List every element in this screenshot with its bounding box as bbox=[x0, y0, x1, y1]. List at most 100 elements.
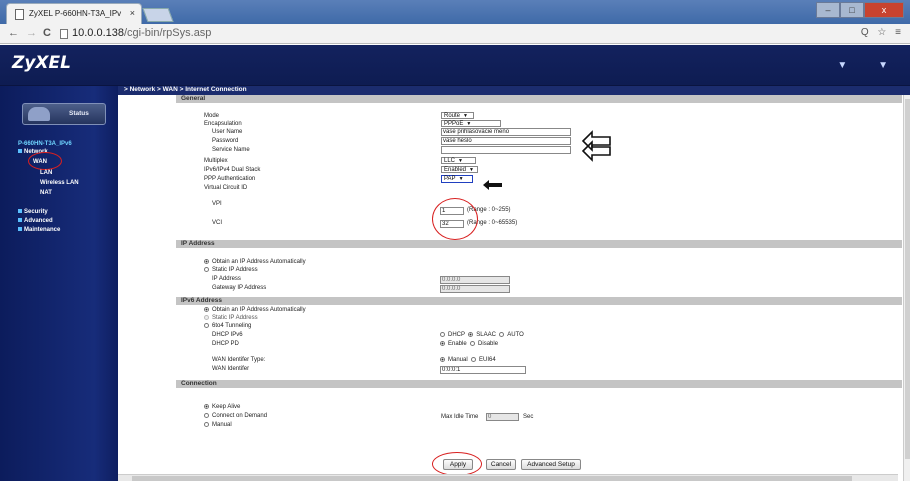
option-label: Manual bbox=[212, 422, 232, 429]
radio-selected-icon[interactable] bbox=[204, 307, 209, 312]
status-icon bbox=[28, 107, 50, 121]
header-icons[interactable]: ▼ ▼ bbox=[837, 60, 902, 71]
status-label: Status bbox=[69, 110, 89, 117]
service-name-field[interactable] bbox=[441, 146, 571, 154]
multiplex-label: Multiplex bbox=[204, 158, 228, 164]
sidebar-item-label: Maintenance bbox=[24, 227, 61, 233]
scrollbar-thumb[interactable] bbox=[132, 476, 852, 481]
minimize-button[interactable]: – bbox=[816, 2, 840, 18]
forward-arrow-icon[interactable]: → bbox=[26, 27, 37, 39]
reload-icon[interactable]: C bbox=[43, 27, 51, 39]
mode-select[interactable]: Route bbox=[441, 112, 474, 119]
browser-toolbar: ← → C 10.0.0.138/cgi-bin/rpSys.asp Q ☆ ≡ bbox=[0, 24, 910, 44]
vpi-label: VPI bbox=[212, 201, 222, 207]
wan-id-label: WAN Identifer bbox=[212, 366, 250, 372]
max-idle-unit: Sec bbox=[523, 414, 534, 420]
page-icon bbox=[15, 9, 24, 20]
radio-icon[interactable] bbox=[499, 332, 505, 337]
dual-stack-select[interactable]: Enabled bbox=[441, 166, 478, 173]
static-ipv6-option[interactable]: Static IP Address bbox=[204, 315, 258, 321]
window-controls: – □ x bbox=[816, 2, 904, 18]
sidebar-item-wireless-lan[interactable]: Wireless LAN bbox=[40, 180, 79, 186]
vci-label: VCI bbox=[212, 220, 223, 226]
radio-selected-icon[interactable] bbox=[204, 259, 209, 264]
static-ip-option[interactable]: Static IP Address bbox=[204, 267, 258, 273]
annotation-arrow-icon bbox=[582, 140, 611, 162]
radio-icon[interactable] bbox=[471, 357, 477, 362]
obtain-ipv6-option[interactable]: Obtain an IP Address Automatically bbox=[204, 307, 306, 313]
max-idle-field[interactable]: 0 bbox=[486, 413, 519, 421]
wan-id-type-label: WAN Identifer Type: bbox=[212, 357, 266, 363]
username-field[interactable]: vase prihlasovacie meno bbox=[441, 128, 571, 136]
main-content: General Mode Route Encapsulation PPPoE U… bbox=[118, 95, 910, 481]
status-button[interactable]: Status bbox=[22, 103, 106, 125]
browser-tab[interactable]: ZyXEL P-660HN-T3A_IPv × bbox=[6, 3, 142, 24]
bullet-icon bbox=[18, 218, 22, 223]
sidebar-item-nat[interactable]: NAT bbox=[40, 190, 52, 196]
gateway-field[interactable]: 0.0.0.0 bbox=[440, 285, 510, 293]
router-header: ZyXEL ▼ ▼ bbox=[0, 45, 910, 86]
encapsulation-label: Encapsulation bbox=[204, 121, 242, 127]
radio-icon[interactable] bbox=[204, 267, 209, 272]
option-label: Obtain an IP Address Automatically bbox=[212, 259, 306, 266]
password-field[interactable]: vase heslo bbox=[441, 137, 571, 145]
virtual-circuit-label: Virtual Circuit ID bbox=[204, 185, 248, 191]
radio-icon[interactable] bbox=[204, 422, 209, 427]
option-label: AUTO bbox=[507, 332, 524, 339]
manual-option[interactable]: Manual bbox=[204, 422, 232, 428]
radio-selected-icon[interactable] bbox=[204, 404, 209, 409]
url-path: /cgi-bin/rpSys.asp bbox=[124, 27, 212, 39]
cancel-button[interactable]: Cancel bbox=[486, 459, 516, 470]
bullet-icon bbox=[18, 209, 22, 214]
option-label: EUI64 bbox=[479, 357, 496, 364]
option-label: Enable bbox=[448, 341, 467, 348]
close-window-button[interactable]: x bbox=[864, 2, 904, 18]
address-bar[interactable]: 10.0.0.138/cgi-bin/rpSys.asp bbox=[72, 27, 211, 39]
device-name: P-660HN-T3A_IPv6 bbox=[18, 141, 72, 147]
radio-icon[interactable] bbox=[470, 341, 476, 346]
sidebar-item-maintenance[interactable]: Maintenance bbox=[18, 227, 60, 233]
ppp-auth-select[interactable]: PAP bbox=[441, 175, 473, 183]
obtain-ip-option[interactable]: Obtain an IP Address Automatically bbox=[204, 259, 306, 265]
maximize-button[interactable]: □ bbox=[840, 2, 864, 18]
option-label: Keep Alive bbox=[212, 404, 241, 411]
ip-address-field[interactable]: 0.0.0.0 bbox=[440, 276, 510, 284]
connect-on-demand-option[interactable]: Connect on Demand bbox=[204, 413, 267, 419]
wan-id-field[interactable]: 0:0:0:1 bbox=[440, 366, 526, 374]
radio-icon[interactable] bbox=[204, 413, 209, 418]
browser-title-bar: ZyXEL P-660HN-T3A_IPv × – □ x bbox=[0, 0, 910, 24]
radio-selected-icon[interactable] bbox=[468, 332, 474, 337]
page-icon bbox=[60, 29, 68, 39]
sidebar-item-security[interactable]: Security bbox=[18, 209, 48, 215]
new-tab-button[interactable] bbox=[142, 8, 174, 22]
advanced-setup-button[interactable]: Advanced Setup bbox=[521, 459, 581, 470]
username-label: User Name bbox=[212, 129, 243, 135]
bullet-icon bbox=[18, 227, 22, 232]
radio-icon[interactable] bbox=[204, 315, 209, 320]
radio-icon[interactable] bbox=[440, 332, 445, 337]
radio-selected-icon[interactable] bbox=[440, 341, 445, 346]
url-host: 10.0.0.138 bbox=[72, 27, 124, 39]
sidebar-item-lan[interactable]: LAN bbox=[40, 170, 52, 176]
ip-address-label: IP Address bbox=[212, 276, 241, 282]
ppp-auth-label: PPP Authentication bbox=[204, 176, 256, 182]
tab-close-icon[interactable]: × bbox=[130, 8, 135, 18]
annotation-arrow-icon bbox=[483, 180, 502, 190]
scrollbar-thumb[interactable] bbox=[905, 99, 910, 459]
sidebar-item-advanced[interactable]: Advanced bbox=[18, 218, 53, 224]
max-idle-label: Max Idle Time bbox=[441, 414, 479, 420]
encapsulation-select[interactable]: PPPoE bbox=[441, 120, 501, 127]
horizontal-scrollbar[interactable] bbox=[118, 474, 898, 481]
radio-icon[interactable] bbox=[204, 323, 209, 328]
browser-tool-icons[interactable]: Q ☆ ≡ bbox=[861, 27, 904, 38]
breadcrumb: > Network > WAN > Internet Connection bbox=[124, 86, 247, 93]
back-arrow-icon[interactable]: ← bbox=[8, 27, 19, 39]
tunneling-option[interactable]: 6to4 Tunneling bbox=[204, 323, 251, 329]
radio-selected-icon[interactable] bbox=[440, 357, 445, 362]
zyxel-logo: ZyXEL bbox=[12, 53, 71, 73]
dual-stack-label: IPv6/IPv4 Dual Stack bbox=[204, 167, 261, 173]
multiplex-select[interactable]: LLC bbox=[441, 157, 476, 164]
option-label: Manual bbox=[448, 357, 468, 364]
vertical-scrollbar[interactable] bbox=[903, 95, 910, 481]
keep-alive-option[interactable]: Keep Alive bbox=[204, 404, 240, 410]
